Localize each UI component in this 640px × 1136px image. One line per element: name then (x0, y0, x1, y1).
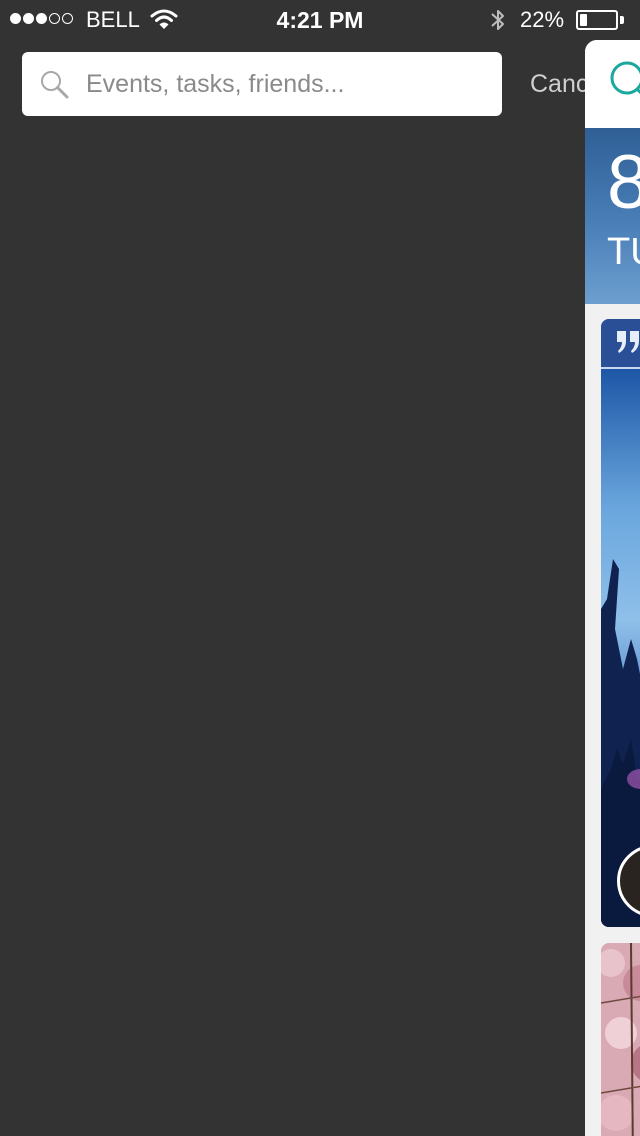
bluetooth-icon (491, 10, 504, 30)
search-screen: BELL 4:21 PM 22% Cancel (0, 0, 640, 1136)
date-weekday: TUE (607, 231, 640, 273)
photo-card[interactable] (601, 943, 640, 1136)
quote-icon (617, 331, 639, 353)
search-input[interactable] (86, 62, 486, 106)
battery-percent: 22% (520, 7, 565, 32)
app-header (585, 40, 640, 128)
quote-card-header (601, 319, 640, 369)
app-logo-icon (610, 61, 640, 95)
cancel-button[interactable]: Cancel (530, 64, 585, 104)
app-panel-preview[interactable]: 8 TUE (585, 40, 640, 1136)
search-icon (41, 71, 69, 99)
concert-photo (601, 369, 640, 927)
quote-card[interactable] (601, 319, 640, 927)
search-field[interactable] (22, 52, 502, 116)
battery-tip (620, 16, 624, 24)
date-banner: 8 TUE (585, 128, 640, 304)
date-day: 8 (607, 140, 640, 225)
blossom-photo (601, 943, 640, 1136)
battery-level (580, 14, 587, 26)
status-bar: BELL 4:21 PM 22% (0, 0, 640, 40)
battery-icon (576, 10, 618, 30)
